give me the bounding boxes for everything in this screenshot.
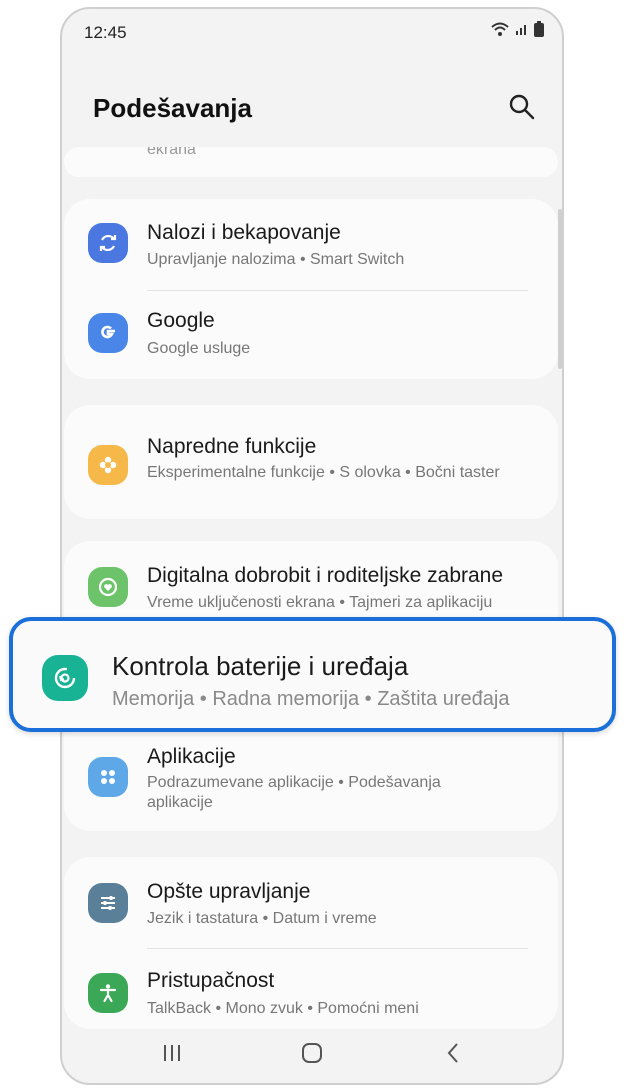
search-icon bbox=[509, 94, 535, 120]
home-icon bbox=[302, 1043, 322, 1063]
general-title: Opšte upravljanje bbox=[147, 880, 311, 903]
device-care-subtitle: Memorija • Radna memorija • Zaštita uređ… bbox=[112, 688, 510, 710]
google-subtitle: Google usluge bbox=[147, 340, 251, 357]
status-bar: 12:45 bbox=[62, 9, 562, 55]
wellbeing-subtitle: Vreme uključenosti ekrana • Tajmeri za a… bbox=[147, 594, 493, 611]
settings-item-accessibility[interactable]: Pristupačnost TalkBack • Mono zvuk • Pom… bbox=[64, 949, 558, 1029]
status-icons bbox=[490, 21, 544, 37]
settings-item-advanced[interactable]: Napredne funkcije Eksperimentalne funkci… bbox=[64, 405, 558, 519]
settings-item-general[interactable]: Opšte upravljanje Jezik i tastatura • Da… bbox=[64, 857, 558, 947]
wellbeing-title: Digitalna dobrobit i roditeljske zabrane bbox=[147, 564, 504, 587]
search-button[interactable] bbox=[508, 93, 536, 121]
general-accessibility-card: Opšte upravljanje Jezik i tastatura • Da… bbox=[64, 857, 558, 1029]
advanced-subtitle: Eksperimentalne funkcije • S olovka • Bo… bbox=[147, 464, 500, 481]
phone-frame: 12:45 Podešavanja ekrana Nalozi i bekapo… bbox=[60, 7, 564, 1085]
back-icon bbox=[447, 1043, 458, 1063]
sliders-icon bbox=[88, 883, 128, 923]
accessibility-subtitle: TalkBack • Mono zvuk • Pomoćni meni bbox=[147, 1000, 419, 1017]
recents-button[interactable] bbox=[158, 1039, 186, 1067]
accessibility-title: Pristupačnost bbox=[147, 969, 275, 992]
partial-card-top[interactable]: ekrana bbox=[64, 147, 558, 177]
back-button[interactable] bbox=[440, 1039, 468, 1067]
settings-item-google[interactable]: Google Google usluge bbox=[64, 291, 558, 379]
accessibility-icon bbox=[88, 973, 128, 1013]
accounts-subtitle: Upravljanje nalozima • Smart Switch bbox=[147, 251, 405, 268]
heart-circle-icon bbox=[88, 567, 128, 607]
battery-icon bbox=[534, 21, 544, 37]
partial-card-subtitle: ekrana bbox=[147, 147, 196, 158]
settings-item-device-care-highlighted[interactable]: Kontrola baterije i uređaja Memorija • R… bbox=[9, 617, 616, 732]
navigation-bar bbox=[62, 1023, 562, 1083]
puzzle-icon bbox=[88, 445, 128, 485]
recents-icon bbox=[164, 1045, 180, 1061]
device-care-icon bbox=[42, 655, 88, 701]
page-title: Podešavanja bbox=[93, 93, 252, 123]
status-time: 12:45 bbox=[84, 23, 127, 42]
sync-icon bbox=[88, 223, 128, 263]
advanced-card: Napredne funkcije Eksperimentalne funkci… bbox=[64, 405, 558, 519]
device-care-title: Kontrola baterije i uređaja bbox=[112, 651, 409, 681]
apps-title: Aplikacije bbox=[147, 745, 236, 768]
scrollbar[interactable] bbox=[558, 209, 562, 369]
signal-icon bbox=[516, 25, 526, 35]
advanced-title: Napredne funkcije bbox=[147, 435, 317, 458]
accounts-google-card: Nalozi i bekapovanje Upravljanje nalozim… bbox=[64, 199, 558, 379]
general-subtitle: Jezik i tastatura • Datum i vreme bbox=[147, 910, 377, 927]
accounts-title: Nalozi i bekapovanje bbox=[147, 221, 341, 244]
home-button[interactable] bbox=[298, 1039, 326, 1067]
google-icon bbox=[88, 313, 128, 353]
wifi-icon bbox=[491, 22, 509, 36]
google-title: Google bbox=[147, 309, 215, 332]
settings-item-accounts[interactable]: Nalozi i bekapovanje Upravljanje nalozim… bbox=[64, 199, 558, 289]
apps-subtitle: Podrazumevane aplikacije • Podešavanja a… bbox=[147, 774, 441, 811]
apps-grid-icon bbox=[88, 757, 128, 797]
